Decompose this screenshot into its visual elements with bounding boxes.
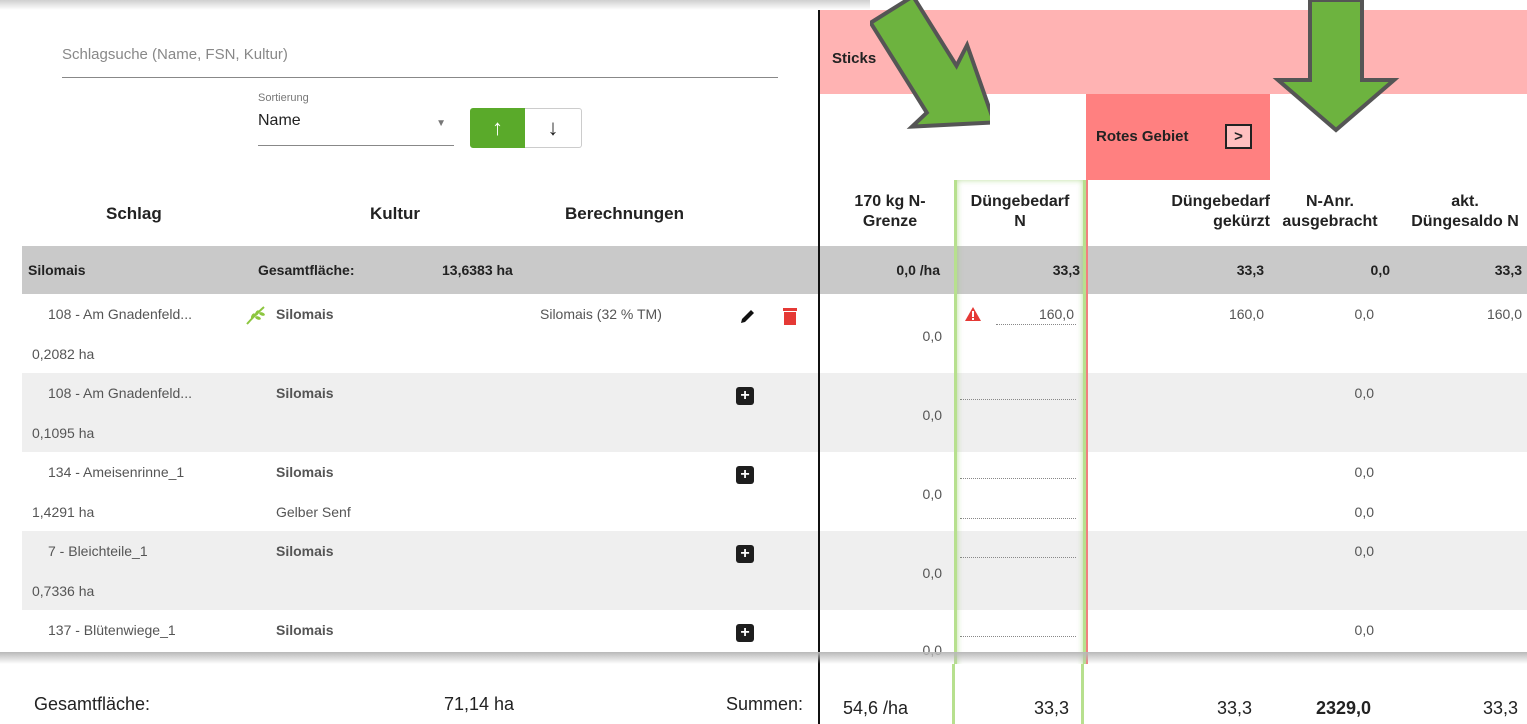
group-bedarf: 33,3 (1052, 262, 1080, 278)
row-grenze: 0,0 (922, 486, 942, 502)
bedarf-input-underline[interactable] (960, 557, 1076, 558)
row-kultur: Silomais (276, 543, 334, 559)
scroll-fade (0, 652, 1527, 664)
row-area: 0,7336 ha (32, 583, 95, 599)
caret-down-icon: ▼ (436, 118, 446, 129)
pencil-icon[interactable] (738, 306, 758, 326)
sort-select[interactable]: Name ▼ (258, 112, 454, 146)
highlighted-column-footer (952, 664, 1084, 724)
sort-label: Sortierung (258, 92, 309, 104)
table-row[interactable]: 108 - Am Gnadenfeld... 0,1095 ha Silomai… (22, 373, 818, 452)
row-area: 0,1095 ha (32, 425, 95, 441)
table-row[interactable]: 108 - Am Gnadenfeld... 0,2082 ha Silomai… (22, 294, 818, 373)
value-row: 0,0 0,0 (820, 531, 1527, 610)
add-calculation-icon[interactable]: + (736, 545, 754, 563)
chevron-right-icon[interactable]: > (1225, 124, 1252, 149)
column-header-berechnungen[interactable]: Berechnungen (565, 204, 684, 224)
group-area-label: Gesamtfläche: (258, 262, 355, 278)
bedarf-input-underline[interactable] (960, 478, 1076, 479)
row-kultur: Silomais (276, 306, 334, 322)
warning-icon (965, 307, 981, 321)
red-area-divider (1086, 180, 1088, 724)
table-row[interactable]: 137 - Blütenwiege_1 Silomais + (22, 610, 818, 656)
row-anr-secondary: 0,0 (1354, 504, 1374, 520)
row-saldo: 160,0 (1486, 306, 1522, 322)
annotation-arrow-icon (870, 0, 990, 129)
value-row: 0,0 0,0 (820, 373, 1527, 452)
red-area-label: Rotes Gebiet (1096, 128, 1189, 145)
group-name: Silomais (28, 262, 86, 278)
value-row: 0,0 0,0 0,0 (820, 452, 1527, 531)
footer-saldo: 33,3 (1483, 698, 1519, 718)
red-area-header: Rotes Gebiet > (1086, 94, 1270, 180)
group-gekuerzt: 33,3 (1236, 262, 1264, 278)
row-anr: 0,0 (1354, 543, 1374, 559)
row-kultur: Silomais (276, 385, 334, 401)
bedarf-input-underline (996, 324, 1076, 325)
row-grenze: 0,0 (922, 328, 942, 344)
row-grenze: 0,0 (922, 407, 942, 423)
add-calculation-icon[interactable]: + (736, 466, 754, 484)
row-kultur-secondary: Gelber Senf (276, 504, 351, 520)
column-header-duengebedarf[interactable]: Düngebedarf N (954, 192, 1086, 232)
column-header-kultur[interactable]: Kultur (370, 204, 420, 224)
row-area: 0,2082 ha (32, 346, 95, 362)
add-calculation-icon[interactable]: + (736, 387, 754, 405)
row-anr: 0,0 (1354, 464, 1374, 480)
sort-value: Name (258, 112, 301, 129)
bedarf-input-underline[interactable] (960, 518, 1076, 519)
arrow-up-icon: ↑ (492, 115, 503, 140)
footer-area-value: 71,14 ha (444, 694, 515, 714)
column-header-schlag[interactable]: Schlag (106, 204, 162, 224)
footer-area-label: Gesamtfläche: (34, 694, 151, 714)
sort-ascending-button[interactable]: ↑ (470, 108, 525, 148)
bedarf-input-underline[interactable] (960, 399, 1076, 400)
top-shadow (0, 0, 870, 10)
row-name: 108 - Am Gnadenfeld... (48, 385, 192, 401)
footer-gekuerzt: 33,3 (1217, 698, 1253, 718)
arrow-down-icon: ↓ (547, 115, 559, 140)
row-berechnung: Silomais (32 % TM) (540, 306, 662, 322)
row-area: 1,4291 ha (32, 504, 95, 520)
row-kultur: Silomais (276, 464, 334, 480)
row-name: 108 - Am Gnadenfeld... (48, 306, 192, 322)
footer-sum-label: Summen: (726, 694, 804, 714)
footer-anr: 2329,0 (1316, 698, 1372, 718)
annotation-arrow-icon (1272, 0, 1400, 133)
group-saldo: 33,3 (1494, 262, 1522, 278)
footer-grenze: 54,6 /ha (843, 698, 909, 718)
table-row[interactable]: 7 - Bleichteile_1 0,7336 ha Silomais + (22, 531, 818, 610)
row-bedarf-input[interactable]: 160,0 (990, 306, 1074, 322)
group-grenze: 0,0 /ha (896, 262, 940, 278)
row-anr: 0,0 (1354, 622, 1374, 638)
footer-divider (818, 664, 820, 724)
column-header-grenze[interactable]: 170 kg N- Grenze (840, 192, 940, 232)
column-header-gekuerzt[interactable]: Düngebedarf gekürzt (1120, 192, 1270, 232)
row-name: 134 - Ameisenrinne_1 (48, 464, 185, 480)
leaf-icon (246, 306, 265, 325)
search-input[interactable] (62, 46, 778, 63)
row-anr: 0,0 (1354, 306, 1374, 322)
column-header-saldo[interactable]: akt. Düngesaldo N (1395, 192, 1527, 232)
row-kultur: Silomais (276, 622, 334, 638)
row-gekuerzt: 160,0 (1228, 306, 1264, 322)
add-calculation-icon[interactable]: + (736, 624, 754, 642)
row-name: 137 - Blütenwiege_1 (48, 622, 176, 638)
totals-footer: Gesamtfläche: 71,14 ha Summen: 54,6 /ha … (0, 664, 1527, 724)
row-grenze: 0,0 (922, 565, 942, 581)
row-name: 7 - Bleichteile_1 (48, 543, 148, 559)
column-header-anrechnung[interactable]: N-Anr. ausgebracht (1270, 192, 1390, 232)
value-row: 0,0 160,0 160,0 0,0 160,0 (820, 294, 1527, 373)
group-area-value: 13,6383 ha (442, 262, 513, 278)
row-anr: 0,0 (1354, 385, 1374, 401)
search-field[interactable] (62, 46, 778, 78)
sort-descending-button[interactable]: ↓ (525, 108, 582, 148)
bedarf-input-underline[interactable] (960, 636, 1076, 637)
trash-icon[interactable] (782, 306, 798, 326)
table-row[interactable]: 134 - Ameisenrinne_1 1,4291 ha Silomais … (22, 452, 818, 531)
group-anr: 0,0 (1370, 262, 1390, 278)
